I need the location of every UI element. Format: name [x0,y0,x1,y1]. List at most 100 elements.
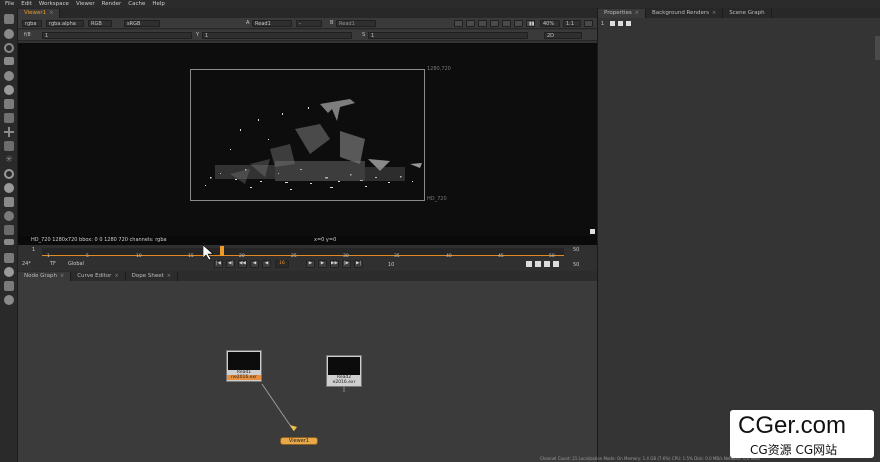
close-icon[interactable]: × [635,9,639,18]
close-icon[interactable]: × [712,9,716,18]
tab-scene-graph[interactable]: Scene Graph [723,9,772,18]
time-icon[interactable] [4,43,14,53]
step-forward-button[interactable]: ▶ [318,260,327,268]
metadata-icon[interactable] [4,197,14,207]
zoom-dropdown[interactable]: 40% [540,20,560,27]
fstop-label: f/8 [24,32,31,38]
particles-icon[interactable]: ✳ [4,155,14,165]
tick-label: 25 [291,254,297,259]
range-dropdown[interactable]: Global [68,261,84,267]
menu-viewer[interactable]: Viewer [76,0,95,8]
lut-dropdown[interactable]: sRGB [124,20,160,27]
channel-icon[interactable] [4,57,14,65]
mask-icon[interactable] [490,20,499,27]
goto-end-button[interactable]: ▶| [354,260,363,268]
input-b-dropdown[interactable]: Read1 [336,20,376,27]
refresh-icon[interactable] [502,20,511,27]
lock-icon[interactable] [544,261,550,267]
transform-icon[interactable] [4,127,14,137]
viewer1-node[interactable]: Viewer1 [280,437,318,445]
cursor-coords: x=0 y=0 [314,237,337,243]
fps-dropdown[interactable]: 24* [22,261,31,267]
blend-dropdown[interactable]: - [296,20,322,27]
channels-dropdown[interactable]: rgba [22,20,42,27]
play-backward-button[interactable]: ◀ [262,260,271,268]
toolsets-icon[interactable] [4,211,14,221]
menu-render[interactable]: Render [102,0,122,8]
next-keyframe-button[interactable]: |▶ [342,260,351,268]
loop-icon[interactable] [526,261,532,267]
colorspace-dropdown[interactable]: RGB [88,20,112,27]
menu-cache[interactable]: Cache [128,0,145,8]
gpu-icon[interactable] [514,20,523,27]
ofx-icon[interactable] [4,253,14,263]
tf-dropdown[interactable]: TF [50,261,56,267]
clip-icon[interactable] [466,20,475,27]
other-icon[interactable] [4,225,14,235]
tab-properties[interactable]: Properties × [598,9,646,18]
cara-icon[interactable] [4,267,14,277]
viewer-tabbar: Viewer1 × [18,8,597,18]
gain-slider[interactable]: 1 [42,32,192,39]
furnace-icon[interactable] [4,239,14,245]
format-info: HD_720 1280x720 bbox: 0 0 1280 720 chann… [31,237,167,243]
roi-icon[interactable] [454,20,463,27]
end-frame-field[interactable]: 50 [573,262,579,268]
play-forward-button[interactable]: ▶ [306,260,315,268]
menu-workspace[interactable]: Workspace [39,0,69,8]
view-mode-dropdown[interactable]: 2D [544,32,582,39]
pointer-icon[interactable] [4,14,14,24]
step-forward-increment-button[interactable]: ▶▶ [330,260,339,268]
menu-file[interactable]: File [5,0,14,8]
max-panels-field[interactable]: 1 [601,21,604,27]
step-back-increment-button[interactable]: ◀◀ [238,260,247,268]
image-icon[interactable] [4,29,14,39]
alpha-channel-dropdown[interactable]: rgba.alpha [46,20,84,27]
format-top-label: 1280,720 [427,66,451,72]
viewer-menu-icon[interactable] [590,229,595,234]
tab-background-renders[interactable]: Background Renders × [646,9,724,18]
scrollbar[interactable] [875,36,880,60]
range-lock-icon[interactable] [553,261,559,267]
read2-node[interactable]: Read2 e2016.exr [326,355,362,387]
render-image [205,99,422,190]
clear-panels-icon[interactable] [618,21,623,26]
read1-node[interactable]: Read1 ne2016.exr [226,350,262,382]
merge-icon[interactable] [4,99,14,109]
edit-icon[interactable] [626,21,631,26]
proxy-dropdown[interactable]: 1:1 [563,20,581,27]
current-frame-field[interactable]: 16 [275,260,289,268]
left-toolbar: ✳ [0,8,18,462]
tab-viewer1[interactable]: Viewer1 × [18,9,61,18]
tick-label: 50 [549,254,555,259]
tick-label: 1 [47,254,50,259]
filter-icon[interactable] [4,169,14,179]
playhead[interactable] [220,246,224,256]
close-icon[interactable]: × [49,9,53,18]
gamma-slider[interactable]: 1 [202,32,352,39]
viewer-viewport[interactable]: 1280,720 HD_720 [18,43,597,236]
menu-edit[interactable]: Edit [21,0,32,8]
3d-icon[interactable] [4,141,14,151]
step-back-button[interactable]: ◀ [250,260,259,268]
menu-bar: File Edit Workspace Viewer Render Cache … [0,0,880,8]
flipbook-icon[interactable] [535,261,541,267]
color-icon[interactable] [4,71,14,81]
deep-icon[interactable] [4,281,14,291]
gizmo-icon[interactable] [4,295,14,305]
lock-panels-icon[interactable] [610,21,615,26]
menu-help[interactable]: Help [152,0,165,8]
debris-chunk [320,99,355,121]
saturation-slider[interactable]: 1 [368,32,528,39]
goto-start-button[interactable]: |◀ [214,260,223,268]
prev-keyframe-button[interactable]: ◀| [226,260,235,268]
viewer-panel: Viewer1 × rgba rgba.alpha RGB sRGB A Rea… [18,8,597,271]
views-icon[interactable] [4,183,14,193]
viewer-settings-icon[interactable] [584,20,593,27]
increment-field[interactable]: 10 [388,262,394,268]
input-a-dropdown[interactable]: Read1 [252,20,292,27]
overlay-icon[interactable] [478,20,487,27]
draw-icon[interactable] [4,85,14,95]
pause-icon[interactable]: ▮▮ [526,20,535,27]
keyer-icon[interactable] [4,113,14,123]
